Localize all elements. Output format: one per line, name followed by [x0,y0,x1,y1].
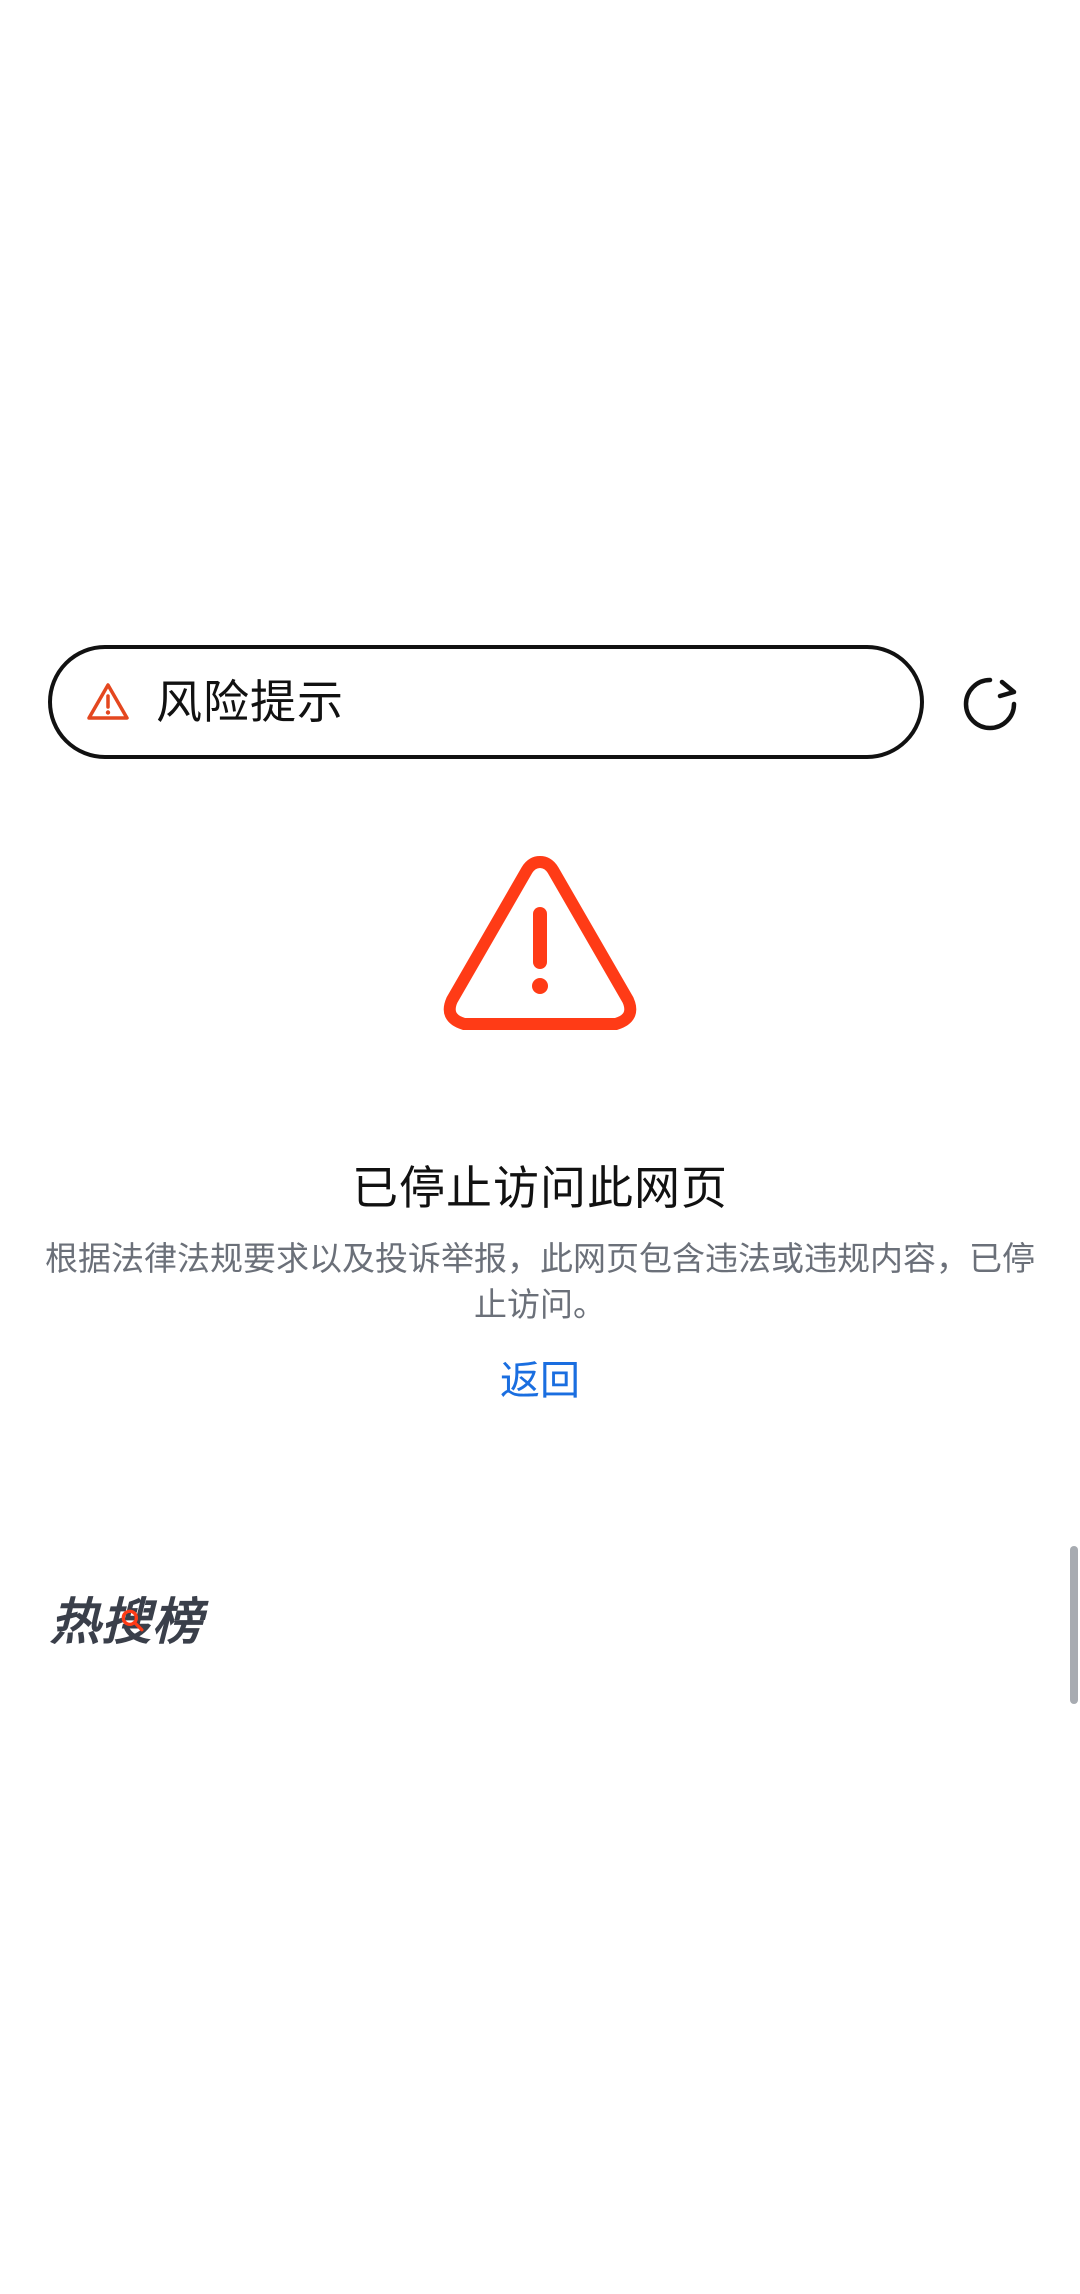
error-heading: 已停止访问此网页 [352,1161,728,1215]
reload-button[interactable] [958,672,1022,736]
error-description: 根据法律法规要求以及投诉举报，此网页包含违法或违规内容，已停止访问。 [45,1239,1035,1324]
hot-search-title[interactable]: 热搜榜 [50,1582,203,1654]
back-link[interactable]: 返回 [500,1358,580,1404]
warning-triangle-icon [440,852,640,1036]
warning-triangle-icon [86,682,130,722]
address-bar[interactable]: 风险提示 [48,645,924,759]
magnifier-icon [121,1609,144,1632]
scrollbar-thumb[interactable] [1070,1546,1078,1704]
reload-icon [963,677,1017,731]
page-title: 风险提示 [156,675,344,729]
page: 风险提示 已停止访问此网页 根据法律法规要求以及投诉举报，此网页包含违法或违规内… [0,0,1080,2294]
back-container: 返回 [0,1348,1080,1406]
